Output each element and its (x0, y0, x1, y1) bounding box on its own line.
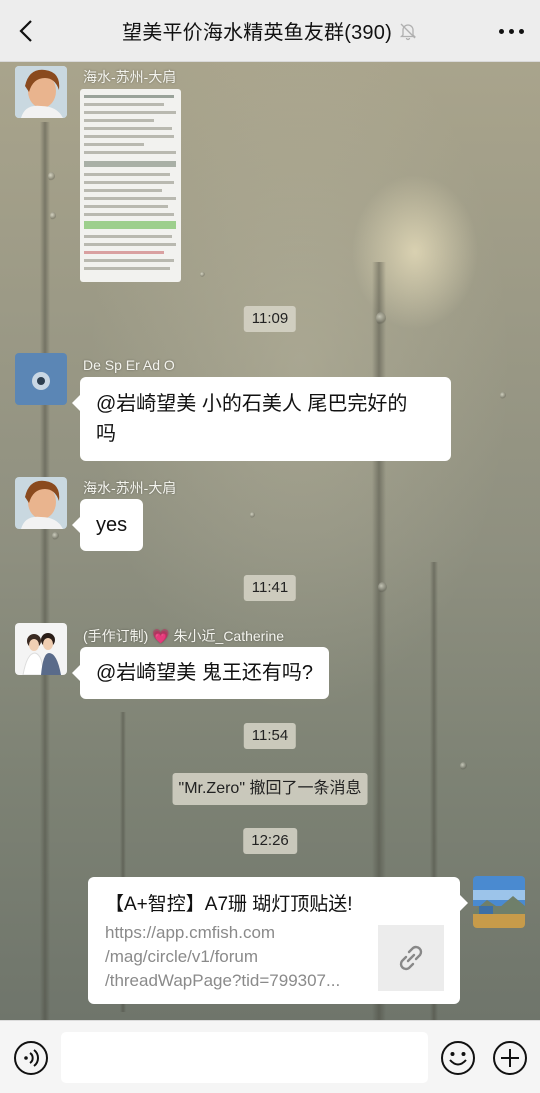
self-avatar[interactable] (473, 876, 525, 928)
link-thumbnail (378, 925, 444, 991)
voice-icon (14, 1041, 48, 1075)
more-options-button[interactable] (494, 18, 528, 44)
link-url-line: /threadWapPage?tid=799307... (105, 971, 341, 990)
avatar[interactable] (15, 353, 67, 405)
group-title: 望美平价海水精英鱼友群(390) (122, 22, 392, 44)
avatar[interactable] (15, 623, 67, 675)
chevron-left-icon (19, 20, 32, 42)
avatar-portrait-man (15, 66, 67, 118)
link-url-line: https://app.cmfish.com (105, 923, 276, 942)
message-text: @岩崎望美 鬼王还有吗? (96, 662, 313, 684)
avatar-portrait-man (15, 477, 67, 529)
link-url: https://app.cmfish.com /mag/circle/v1/fo… (105, 921, 360, 993)
avatar[interactable] (15, 66, 67, 118)
timestamp: 11:54 (243, 723, 297, 749)
emoji-button[interactable] (440, 1040, 476, 1076)
timestamp: 11:41 (243, 575, 297, 601)
plus-button[interactable] (492, 1040, 528, 1076)
back-button[interactable] (14, 16, 42, 46)
message-text: @岩崎望美 小的石美人 尾巴完好的 (96, 393, 408, 415)
timestamp: 11:09 (243, 306, 297, 332)
avatar-couple-photo (15, 623, 67, 675)
message-text: 吗 (96, 423, 116, 445)
message-bubble[interactable]: yes (71, 499, 144, 551)
voice-button[interactable] (13, 1040, 49, 1076)
sender-name: De Sp Er Ad O (83, 357, 175, 373)
avatar-landscape (473, 876, 525, 928)
sender-name: 海水-苏州-大肩 (83, 480, 177, 496)
link-title: 【A+智控】A7珊 瑚灯顶贴送! (105, 894, 353, 915)
bell-off-icon (399, 23, 417, 40)
link-card-message[interactable]: 【A+智控】A7珊 瑚灯顶贴送! https://app.cmfish.com … (88, 877, 468, 1004)
image-message[interactable] (80, 89, 181, 282)
recall-notice: "Mr.Zero" 撤回了一条消息 (172, 773, 368, 805)
link-url-line: /mag/circle/v1/forum (105, 947, 259, 966)
sender-name: (手作订制) 💗 朱小近_Catherine (83, 628, 285, 644)
plus-icon (493, 1041, 527, 1075)
sender-name: 海水-苏州-大肩 (83, 69, 177, 85)
message-bubble[interactable]: @岩崎望美 小的石美人 尾巴完好的 吗 (72, 377, 451, 461)
emoji-icon (441, 1041, 475, 1075)
message-input[interactable] (61, 1032, 428, 1083)
timestamp: 12:26 (243, 828, 297, 854)
more-dots-icon (498, 28, 504, 34)
link-icon (399, 945, 423, 971)
avatar[interactable] (15, 477, 67, 529)
message-text: yes (96, 514, 128, 536)
chat-header: 望美平价海水精英鱼友群(390) (0, 0, 540, 62)
input-bar (0, 1020, 540, 1093)
message-bubble[interactable]: @岩崎望美 鬼王还有吗? (72, 647, 329, 699)
avatar-blue-fish (15, 353, 67, 405)
